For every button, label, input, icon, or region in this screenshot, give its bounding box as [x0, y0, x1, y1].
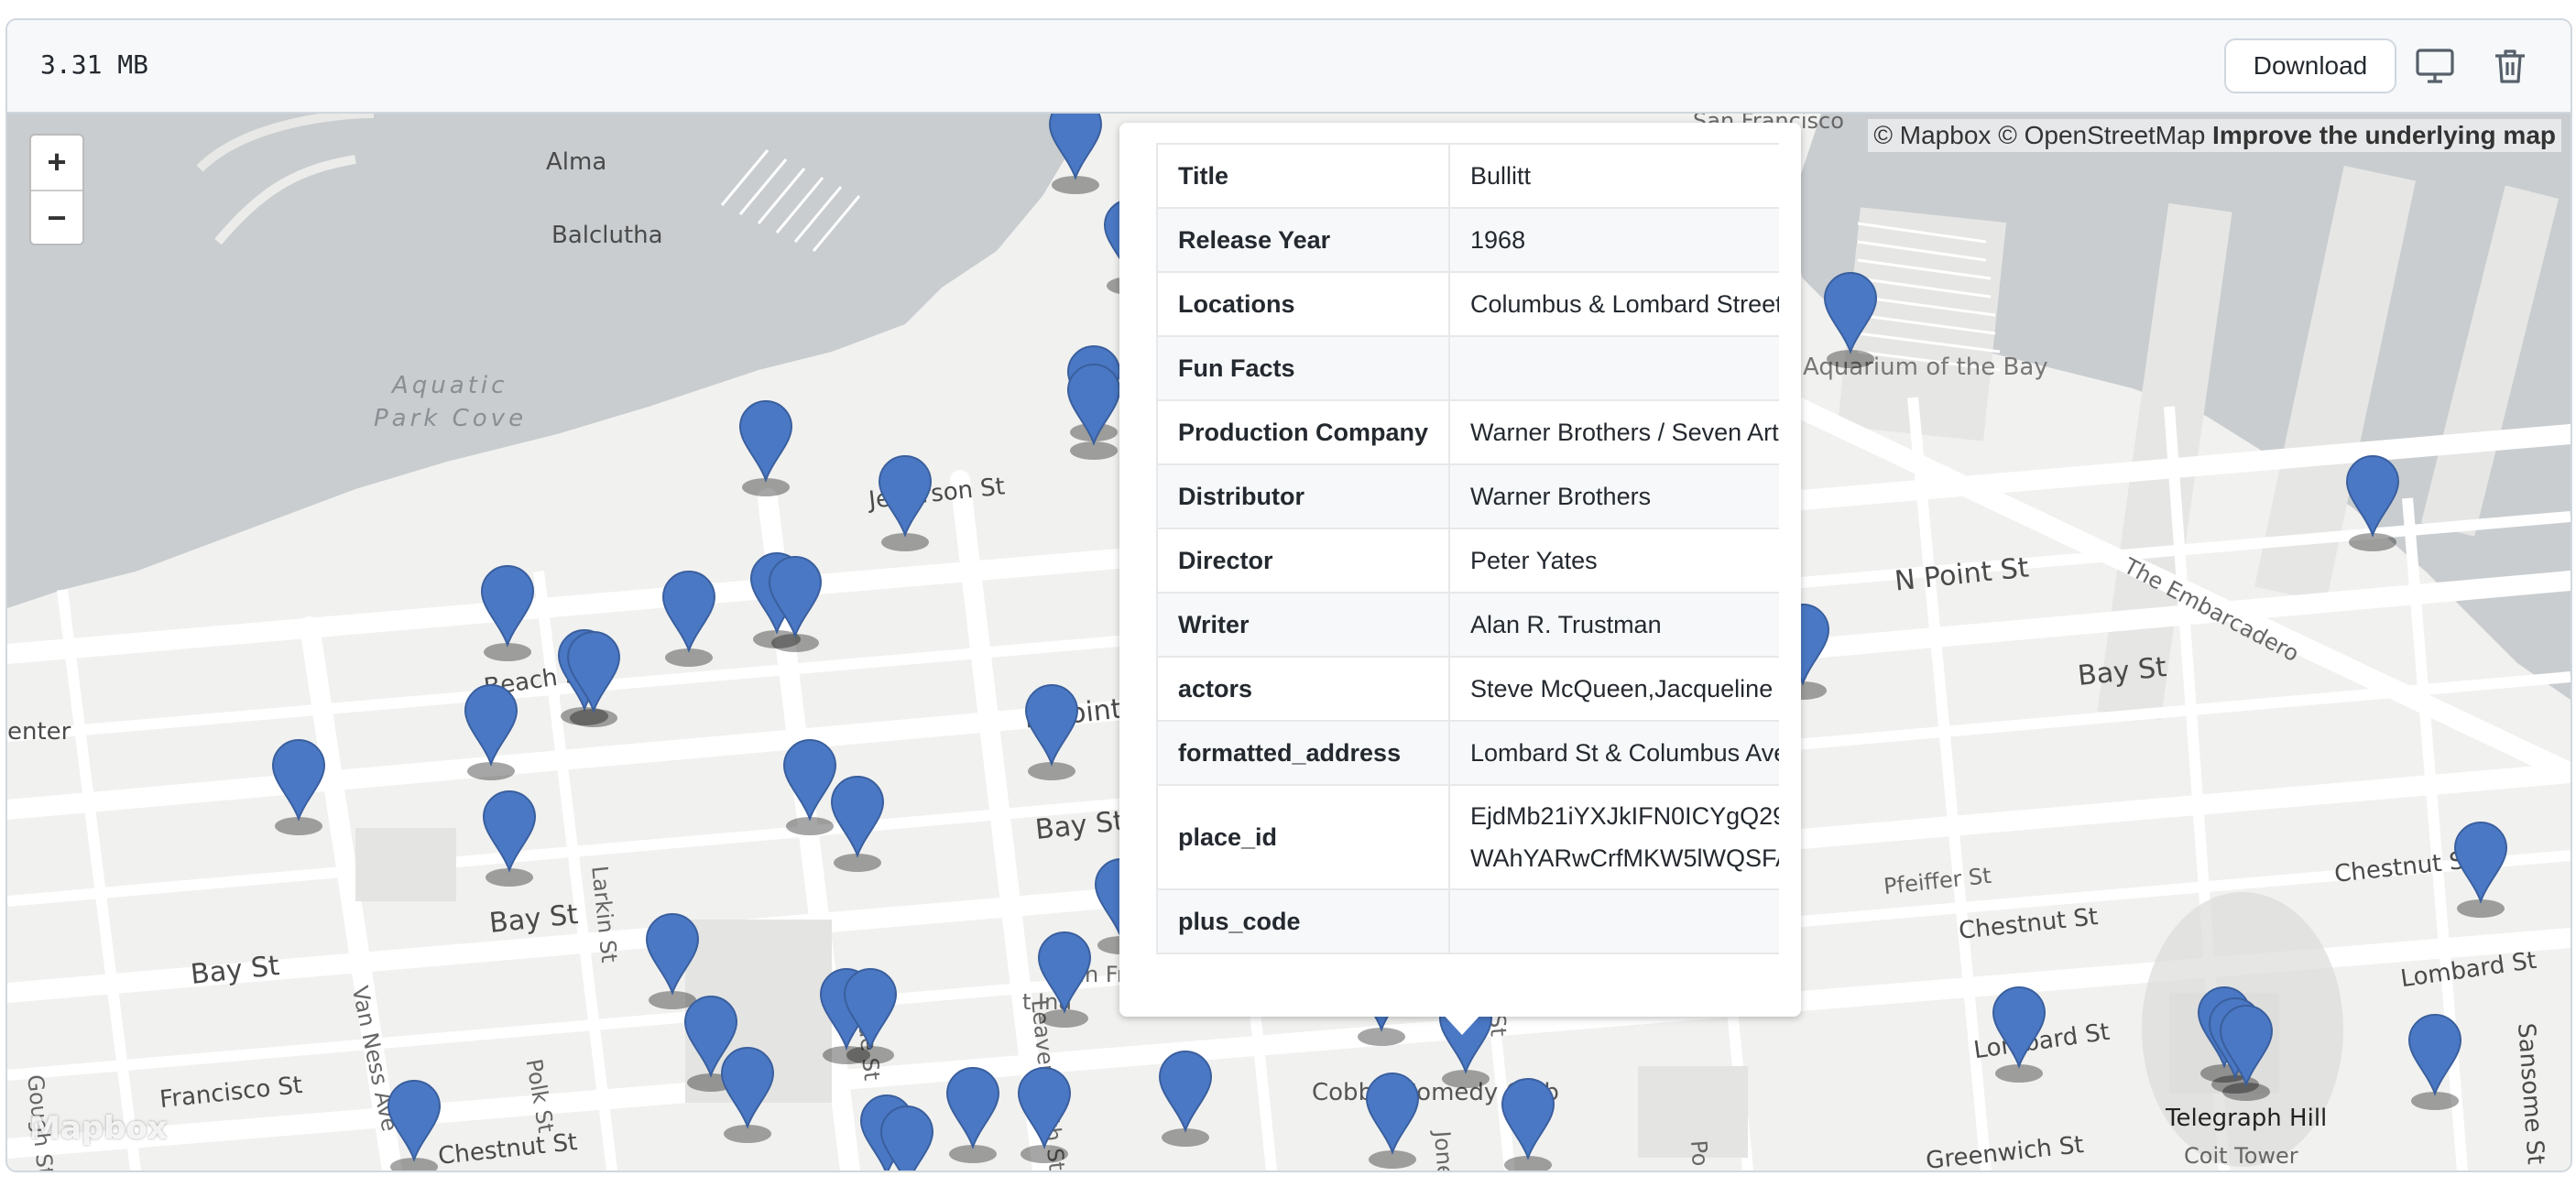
attribution-osm-link[interactable]: © OpenStreetMap [1998, 121, 2205, 149]
map-marker-icon[interactable] [2407, 1014, 2462, 1110]
feature-popup: Title Bullitt Release Year 1968 Locations Col… [1119, 123, 1801, 1017]
attribution-improve-link[interactable]: Improve the underlying map [2212, 121, 2556, 149]
map-marker-icon[interactable] [878, 455, 933, 551]
property-value: Steve McQueen,Jacqueline B [1448, 656, 1779, 722]
properties-row: Locations Columbus & Lombard Streets [1156, 271, 1779, 337]
property-value-line: WAhYARwCrfMKW5lWQSFAc [1470, 844, 1779, 872]
property-key: Fun Facts [1156, 335, 1451, 401]
mapbox-logo[interactable]: Mapbox [29, 1110, 168, 1147]
properties-row: actors Steve McQueen,Jacqueline B [1156, 656, 1779, 722]
property-value: 1968 [1448, 207, 1779, 273]
map-attribution: © Mapbox © OpenStreetMap Improve the und… [1868, 119, 2561, 152]
zoom-in-button[interactable]: + [31, 136, 82, 191]
map-marker-icon[interactable] [480, 565, 535, 661]
properties-row: Production Company Warner Brothers / Seve… [1156, 399, 1779, 465]
map-marker-icon[interactable] [1066, 364, 1121, 460]
map-marker-icon[interactable] [768, 556, 823, 652]
property-value: Lombard St & Columbus Ave, [1448, 720, 1779, 786]
map-marker-icon[interactable] [1024, 684, 1079, 780]
map-marker-icon[interactable] [1017, 1067, 1072, 1163]
map-marker-icon[interactable] [1048, 114, 1103, 194]
properties-table: Title Bullitt Release Year 1968 Locations Col… [1156, 143, 1779, 954]
map-marker-icon[interactable] [1823, 272, 1878, 368]
properties-row: plus_code [1156, 888, 1779, 954]
property-key: Production Company [1156, 399, 1451, 465]
property-value: Alan R. Trustman [1448, 592, 1779, 658]
popup-tip [1442, 1013, 1482, 1035]
properties-row: Fun Facts [1156, 335, 1779, 401]
properties-row: Distributor Warner Brothers [1156, 463, 1779, 529]
property-key: Title [1156, 143, 1451, 209]
map-marker-icon[interactable] [1992, 986, 2047, 1083]
property-key: plus_code [1156, 888, 1451, 954]
properties-row: Director Peter Yates [1156, 528, 1779, 594]
property-value [1448, 335, 1779, 401]
properties-row: Title Bullitt [1156, 143, 1779, 209]
file-size: 3.31 MB [40, 49, 149, 80]
map-marker-icon[interactable] [720, 1047, 775, 1143]
properties-row: formatted_address Lombard St & Columbus A… [1156, 720, 1779, 786]
property-key: Locations [1156, 271, 1451, 337]
map-marker-icon[interactable] [661, 571, 716, 667]
properties-row: place_id EjdMb21iYXJkIFN0ICYgQ29s WAhYARwC… [1156, 784, 1779, 890]
properties-row: Release Year 1968 [1156, 207, 1779, 273]
property-value: Warner Brothers [1448, 463, 1779, 529]
map-marker-icon[interactable] [1158, 1051, 1213, 1147]
map-marker-icon[interactable] [782, 739, 837, 835]
map-marker-icon[interactable] [2453, 822, 2508, 918]
property-value: Warner Brothers / Seven Arts [1448, 399, 1779, 465]
properties-row: Writer Alan R. Trustman [1156, 592, 1779, 658]
map-marker-icon[interactable] [566, 631, 621, 727]
property-value: Columbus & Lombard Streets [1448, 271, 1779, 337]
property-key: Director [1156, 528, 1451, 594]
map-marker-icon[interactable] [482, 790, 537, 887]
property-key: Distributor [1156, 463, 1451, 529]
property-key: Writer [1156, 592, 1451, 658]
zoom-control: + − [29, 134, 84, 245]
property-value: Peter Yates [1448, 528, 1779, 594]
property-value-line: EjdMb21iYXJkIFN0ICYgQ29s [1470, 802, 1779, 830]
map-marker-icon[interactable] [387, 1080, 442, 1171]
trash-icon[interactable] [2488, 44, 2532, 88]
map-marker-icon[interactable] [2345, 455, 2400, 551]
map-marker-icon[interactable] [271, 739, 326, 835]
map-marker-icon[interactable] [2219, 1005, 2274, 1101]
property-key: place_id [1156, 784, 1451, 890]
map-marker-icon[interactable] [1365, 1073, 1420, 1169]
popup-properties: Title Bullitt Release Year 1968 Locations Col… [1156, 143, 1779, 976]
desktop-icon[interactable] [2413, 44, 2457, 88]
map-marker-icon[interactable] [945, 1067, 1000, 1163]
map-marker-icon[interactable] [464, 684, 518, 780]
property-value [1448, 888, 1779, 954]
map-marker-icon[interactable] [830, 776, 885, 872]
map-marker-icon[interactable] [645, 913, 700, 1009]
property-value: EjdMb21iYXJkIFN0ICYgQ29s WAhYARwCrfMKW5lW… [1448, 784, 1779, 890]
property-value: Bullitt [1448, 143, 1779, 209]
map-marker-icon[interactable] [1037, 931, 1092, 1028]
attribution-mapbox-link[interactable]: © Mapbox [1873, 121, 1991, 149]
map-marker-icon[interactable] [1501, 1078, 1555, 1171]
property-key: formatted_address [1156, 720, 1451, 786]
property-key: Release Year [1156, 207, 1451, 273]
download-button[interactable]: Download [2224, 38, 2396, 93]
file-toolbar: 3.31 MB Download [7, 20, 2571, 114]
property-key: actors [1156, 656, 1451, 722]
map-marker-icon[interactable] [843, 968, 898, 1064]
zoom-out-button[interactable]: − [31, 191, 82, 245]
map-marker-icon[interactable] [738, 400, 793, 496]
